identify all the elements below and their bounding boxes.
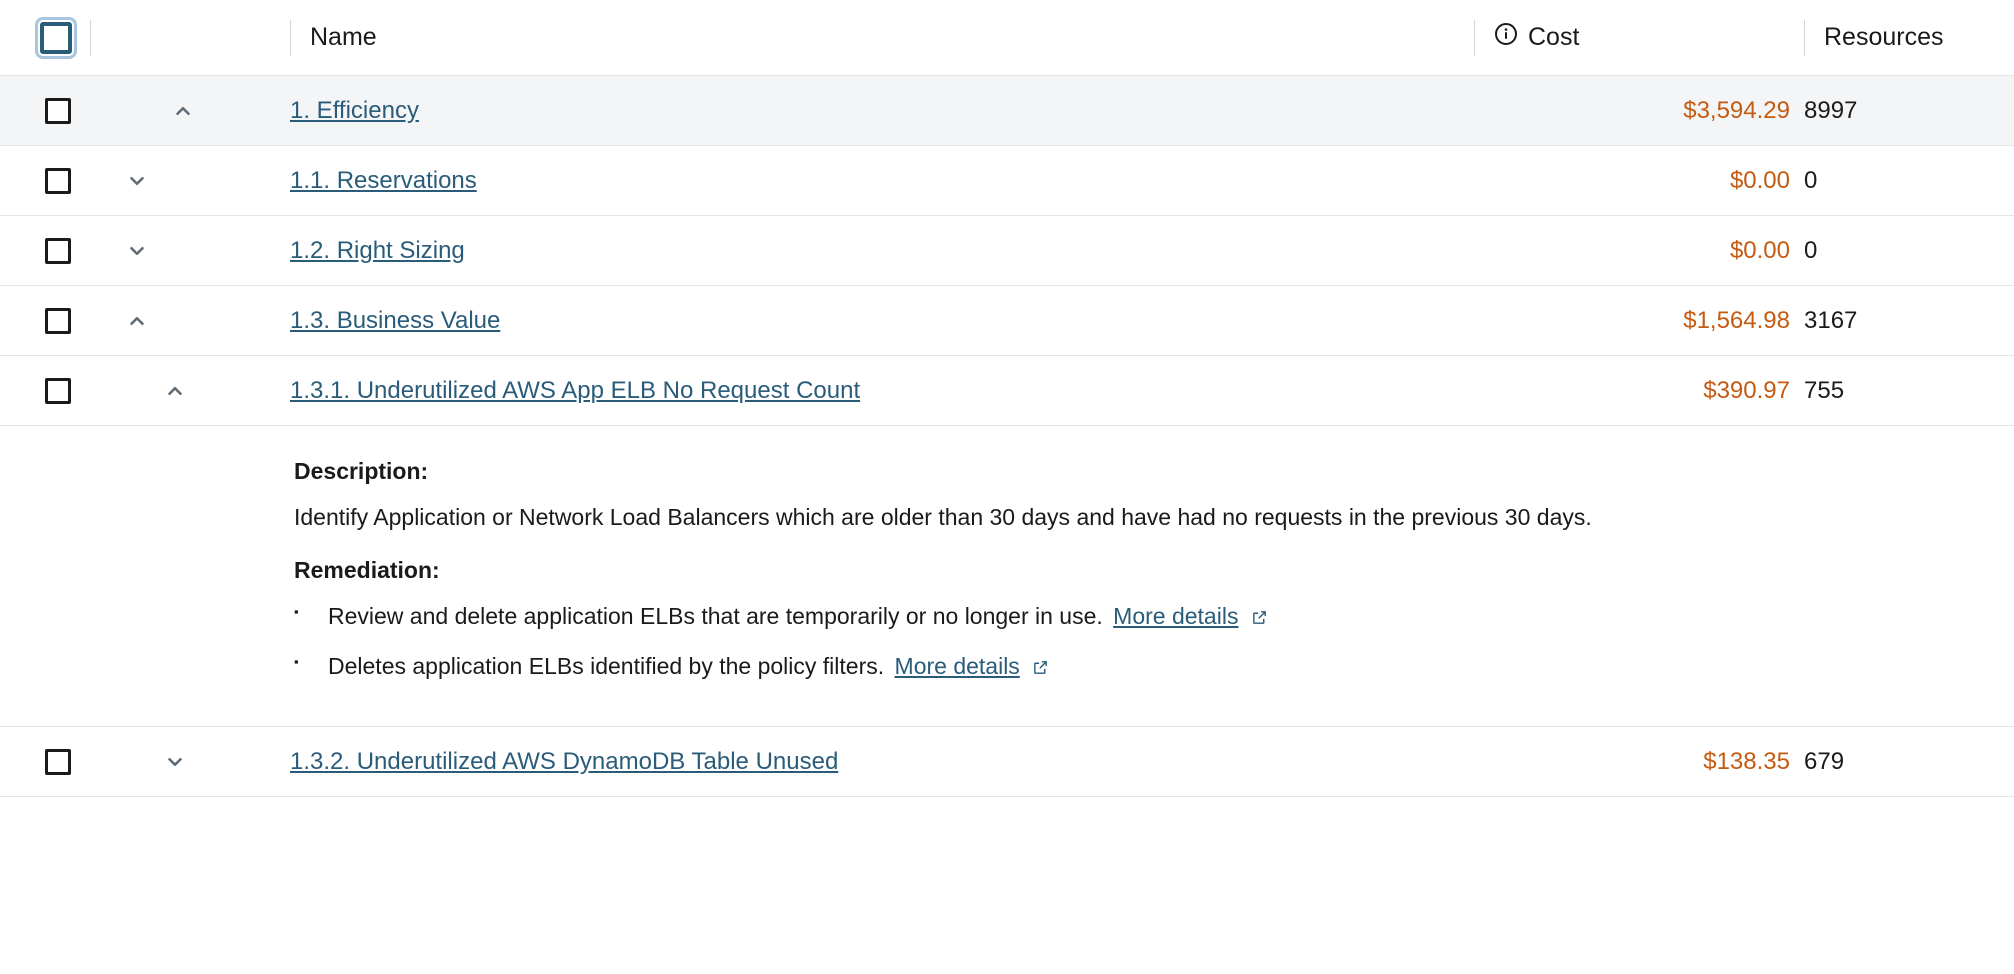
table-row: 1. Efficiency $3,594.29 8997 xyxy=(0,76,2014,146)
external-link-icon xyxy=(1251,601,1268,637)
row-cost: $0.00 xyxy=(1474,167,1804,195)
table-row: 1.3. Business Value $1,564.98 3167 xyxy=(0,286,2014,356)
row-name-link[interactable]: 1.1. Reservations xyxy=(290,167,477,194)
description-text: Identify Application or Network Load Bal… xyxy=(294,500,1984,536)
chevron-up-icon[interactable] xyxy=(172,100,194,122)
row-checkbox[interactable] xyxy=(45,378,71,404)
more-details-link[interactable]: More details xyxy=(895,653,1020,679)
description-label: Description: xyxy=(294,454,1984,490)
column-cost-header[interactable]: Cost xyxy=(1474,20,1804,56)
row-cost: $1,564.98 xyxy=(1474,307,1804,335)
column-spacer xyxy=(90,20,290,56)
row-resources: 0 xyxy=(1804,237,2014,265)
info-icon xyxy=(1494,22,1518,53)
row-name-link[interactable]: 1.3. Business Value xyxy=(290,307,500,334)
external-link-icon xyxy=(1032,651,1049,687)
chevron-down-icon[interactable] xyxy=(126,170,148,192)
row-resources: 8997 xyxy=(1804,97,2014,125)
row-name-link[interactable]: 1. Efficiency xyxy=(290,97,419,124)
row-name-link[interactable]: 1.3.2. Underutilized AWS DynamoDB Table … xyxy=(290,748,838,775)
row-resources: 3167 xyxy=(1804,307,2014,335)
row-resources: 0 xyxy=(1804,167,2014,195)
column-name-header[interactable]: Name xyxy=(290,20,1474,56)
table-row: 1.2. Right Sizing $0.00 0 xyxy=(0,216,2014,286)
row-cost: $3,594.29 xyxy=(1474,97,1804,125)
remediation-item: Deletes application ELBs identified by t… xyxy=(294,649,1984,687)
chevron-up-icon[interactable] xyxy=(126,310,148,332)
chevron-down-icon[interactable] xyxy=(164,751,186,773)
row-checkbox[interactable] xyxy=(45,98,71,124)
chevron-down-icon[interactable] xyxy=(126,240,148,262)
remediation-text: Review and delete application ELBs that … xyxy=(328,603,1109,629)
row-checkbox[interactable] xyxy=(45,168,71,194)
column-cost-label: Cost xyxy=(1528,23,1579,52)
column-resources-header[interactable]: Resources xyxy=(1804,20,2014,56)
column-name-label: Name xyxy=(310,23,377,52)
row-checkbox[interactable] xyxy=(45,238,71,264)
cost-table: Name Cost Resources 1. Efficiency $3,594… xyxy=(0,0,2014,797)
select-all-checkbox[interactable] xyxy=(40,22,72,54)
remediation-label: Remediation: xyxy=(294,553,1984,589)
detail-panel: Description: Identify Application or Net… xyxy=(0,426,2014,727)
row-name-link[interactable]: 1.3.1. Underutilized AWS App ELB No Requ… xyxy=(290,377,860,404)
row-checkbox[interactable] xyxy=(45,308,71,334)
table-header: Name Cost Resources xyxy=(0,0,2014,76)
row-cost: $0.00 xyxy=(1474,237,1804,265)
remediation-item: Review and delete application ELBs that … xyxy=(294,599,1984,637)
remediation-text: Deletes application ELBs identified by t… xyxy=(328,653,891,679)
column-resources-label: Resources xyxy=(1824,23,1944,52)
row-cost: $138.35 xyxy=(1474,748,1804,776)
row-name-link[interactable]: 1.2. Right Sizing xyxy=(290,237,465,264)
remediation-list: Review and delete application ELBs that … xyxy=(294,599,1984,686)
table-row: 1.1. Reservations $0.00 0 xyxy=(0,146,2014,216)
table-row: 1.3.1. Underutilized AWS App ELB No Requ… xyxy=(0,356,2014,426)
row-cost: $390.97 xyxy=(1474,377,1804,405)
row-resources: 679 xyxy=(1804,748,2014,776)
table-row: 1.3.2. Underutilized AWS DynamoDB Table … xyxy=(0,727,2014,797)
more-details-link[interactable]: More details xyxy=(1113,603,1238,629)
row-checkbox[interactable] xyxy=(45,749,71,775)
row-resources: 755 xyxy=(1804,377,2014,405)
chevron-up-icon[interactable] xyxy=(164,380,186,402)
